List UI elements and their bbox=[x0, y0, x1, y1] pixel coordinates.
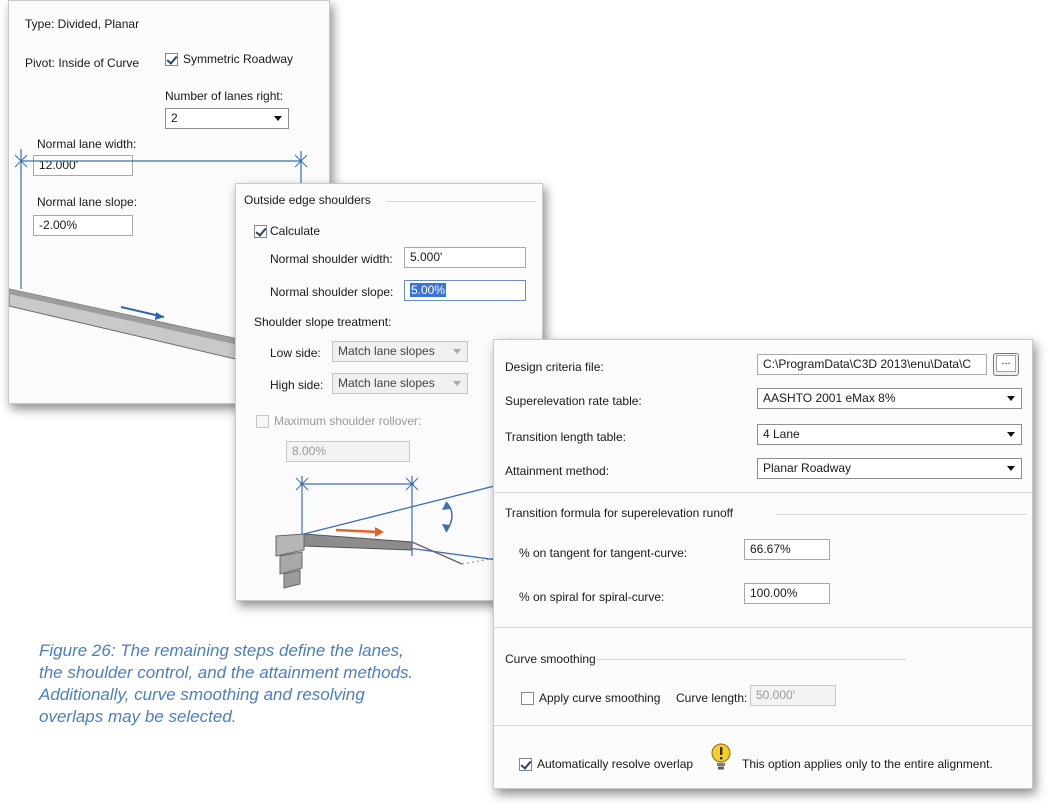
curve-length-label: Curve length: bbox=[676, 691, 748, 705]
group-divider bbox=[596, 659, 906, 660]
curve-length-field[interactable]: 50.000' bbox=[750, 685, 836, 706]
group-divider bbox=[776, 514, 1026, 515]
rate-table-value: AASHTO 2001 eMax 8% bbox=[763, 391, 896, 405]
ellipsis-icon: ... bbox=[996, 355, 1016, 372]
criteria-file-field[interactable]: C:\ProgramData\C3D 2013\enu\Data\C bbox=[757, 354, 987, 375]
apply-smoothing-checkbox[interactable] bbox=[521, 692, 534, 705]
tangent-label: % on tangent for tangent-curve: bbox=[519, 546, 688, 560]
spiral-field[interactable]: 100.00% bbox=[744, 583, 830, 604]
formula-group-title: Transition formula for superelevation ru… bbox=[505, 506, 734, 520]
apply-smoothing-label: Apply curve smoothing bbox=[539, 691, 661, 705]
transition-table-value: 4 Lane bbox=[763, 427, 800, 441]
resolve-overlap-checkbox[interactable] bbox=[519, 758, 532, 771]
section-divider bbox=[494, 627, 1032, 628]
chevron-down-icon bbox=[1007, 396, 1015, 401]
tangent-field[interactable]: 66.67% bbox=[744, 539, 830, 560]
attainment-label: Attainment method: bbox=[505, 464, 610, 478]
transition-table-label: Transition length table: bbox=[505, 430, 626, 444]
transition-table-dropdown[interactable]: 4 Lane bbox=[757, 424, 1022, 445]
section-divider bbox=[494, 725, 1032, 726]
resolve-note: This option applies only to the entire a… bbox=[742, 757, 993, 771]
chevron-down-icon bbox=[1007, 432, 1015, 437]
attainment-dropdown[interactable]: Planar Roadway bbox=[757, 458, 1022, 479]
browse-button[interactable]: ... bbox=[993, 353, 1019, 376]
criteria-panel: Design criteria file: C:\ProgramData\C3D… bbox=[493, 339, 1033, 789]
smoothing-group-title: Curve smoothing bbox=[505, 652, 596, 666]
figure-caption: Figure 26: The remaining steps define th… bbox=[39, 641, 414, 726]
rate-table-label: Superelevation rate table: bbox=[505, 394, 642, 408]
chevron-down-icon bbox=[1007, 466, 1015, 471]
warning-bulb-icon bbox=[711, 743, 731, 770]
resolve-overlap-label: Automatically resolve overlap bbox=[537, 757, 694, 771]
criteria-file-label: Design criteria file: bbox=[505, 360, 604, 374]
attainment-value: Planar Roadway bbox=[763, 461, 852, 475]
section-divider bbox=[494, 492, 1032, 493]
rate-table-dropdown[interactable]: AASHTO 2001 eMax 8% bbox=[757, 388, 1022, 409]
spiral-label: % on spiral for spiral-curve: bbox=[519, 590, 665, 604]
